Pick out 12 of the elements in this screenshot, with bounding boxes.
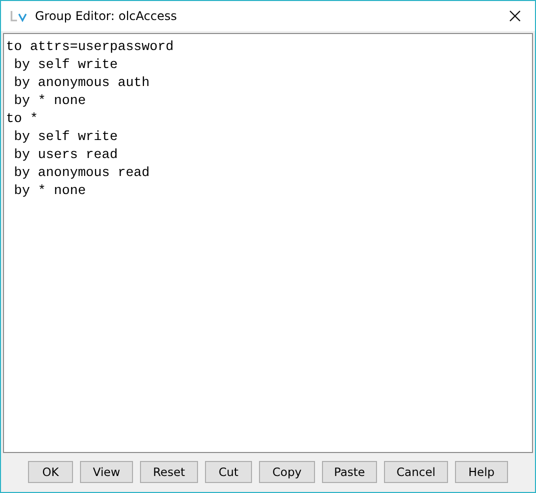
dialog-button[interactable]: View bbox=[80, 460, 133, 482]
dialog-button[interactable]: Help bbox=[455, 460, 508, 482]
dialog-button[interactable]: Cut bbox=[205, 460, 252, 482]
dialog-button[interactable]: Copy bbox=[259, 460, 315, 482]
window-title: Group Editor: olcAccess bbox=[35, 9, 178, 23]
app-logo-icon bbox=[10, 10, 28, 22]
dialog-button[interactable]: Paste bbox=[322, 460, 377, 482]
dialog-button[interactable]: OK bbox=[28, 460, 73, 482]
dialog-button[interactable]: Reset bbox=[140, 460, 198, 482]
close-icon bbox=[509, 10, 521, 22]
dialog-button[interactable]: Cancel bbox=[384, 460, 448, 482]
text-editor[interactable]: to attrs=userpassword by self write by anonymous auth by * none to * by self write by users read by anonymous read by * none bbox=[3, 33, 533, 453]
